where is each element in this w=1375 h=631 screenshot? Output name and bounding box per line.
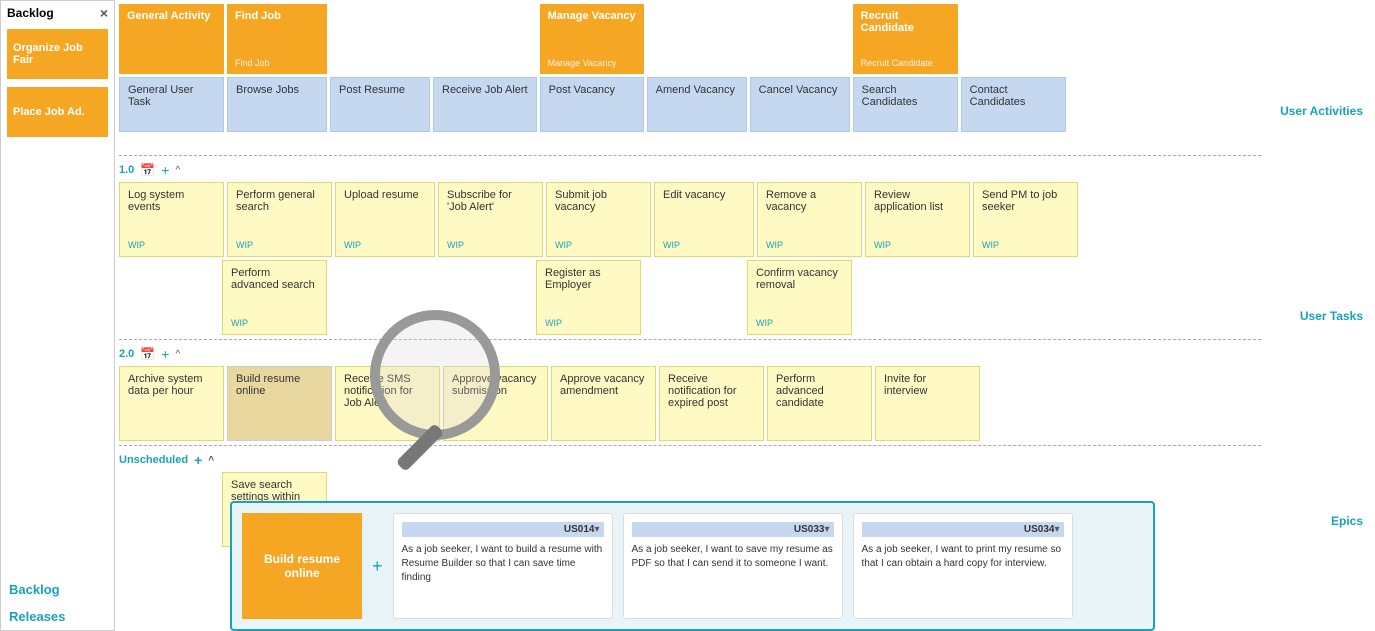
label-user-tasks: User Tasks [1269, 305, 1371, 327]
us033-id: US033 [794, 524, 825, 535]
col-general-activity: General Activity General User Task [119, 4, 224, 155]
label-epics: Epics [1269, 510, 1371, 532]
us033-arrow[interactable]: ▾ [824, 524, 829, 535]
us034-id: US034 [1024, 524, 1055, 535]
expanded-popup: Build resume online + US014 ▾ As a job s… [230, 501, 1155, 631]
us033-text: As a job seeker, I want to save my resum… [632, 543, 834, 571]
us014-id: US014 [564, 524, 595, 535]
story-build-resume-online-magnified[interactable]: Build resume online [227, 366, 332, 441]
release-1-plus[interactable]: + [161, 162, 169, 178]
story-log-system-events[interactable]: Log system events WIP [119, 182, 224, 257]
calendar-icon-1: 📅 [140, 163, 155, 177]
unscheduled-label: Unscheduled [119, 454, 188, 466]
label-user-activities: User Activities [1269, 100, 1371, 122]
expanded-main-card-build-resume[interactable]: Build resume online [242, 513, 362, 619]
col-cancel-vacancy: Cancel Vacancy [750, 4, 850, 155]
activity-card-find-job[interactable]: Find Job Find Job [227, 4, 327, 74]
task-card-contact-candidates[interactable]: Contact Candidates [961, 77, 1066, 132]
task-card-browse-jobs[interactable]: Browse Jobs [227, 77, 327, 132]
us014-arrow[interactable]: ▾ [594, 524, 599, 535]
release-2-header: 2.0 📅 + ^ [119, 344, 1261, 366]
task-card-post-vacancy[interactable]: Post Vacancy [540, 77, 644, 132]
unscheduled-header: Unscheduled + ^ [119, 450, 1261, 472]
releases-label: Releases [1, 603, 114, 630]
release-1-number: 1.0 [119, 164, 134, 176]
story-perform-general-search[interactable]: Perform general search WIP [227, 182, 332, 257]
us034-text: As a job seeker, I want to print my resu… [862, 543, 1064, 571]
release-1-cards-row2: Perform advanced search WIP Register as … [119, 260, 1261, 335]
story-receive-notification-expired[interactable]: Receive notification for expired post [659, 366, 764, 441]
user-story-us034: US034 ▾ As a job seeker, I want to print… [853, 513, 1073, 619]
col-post-resume: Post Resume [330, 4, 430, 155]
unscheduled-plus[interactable]: + [194, 452, 202, 468]
backlog-label: Backlog [1, 576, 114, 603]
story-approve-vacancy-amendment[interactable]: Approve vacancy amendment [551, 366, 656, 441]
task-card-receive-job-alert[interactable]: Receive Job Alert [433, 77, 537, 132]
task-card-cancel-vacancy[interactable]: Cancel Vacancy [750, 77, 850, 132]
task-card-search-candidates[interactable]: Search Candidates [853, 77, 958, 132]
story-send-pm[interactable]: Send PM to job seeker WIP [973, 182, 1078, 257]
us034-header: US034 ▾ [862, 522, 1064, 537]
us034-arrow[interactable]: ▾ [1054, 524, 1059, 535]
swimlane-header: General Activity General User Task Find … [115, 0, 1265, 155]
release-1-caret[interactable]: ^ [175, 165, 180, 176]
us014-text: As a job seeker, I want to build a resum… [402, 543, 604, 585]
story-invite-for-interview[interactable]: Invite for interview [875, 366, 980, 441]
calendar-icon-2: 📅 [140, 347, 155, 361]
task-card-general-user-task[interactable]: General User Task [119, 77, 224, 132]
col-manage-vacancy: Manage Vacancy Manage Vacancy Post Vacan… [540, 4, 644, 155]
backlog-item-place[interactable]: Place Job Ad. [7, 87, 108, 137]
release-row-2: 2.0 📅 + ^ Archive system data per hour B… [119, 339, 1261, 445]
backlog-header: Backlog × [1, 1, 114, 25]
col-contact-candidates: Contact Candidates [961, 4, 1066, 155]
story-submit-job-vacancy[interactable]: Submit job vacancy WIP [546, 182, 651, 257]
activity-card-recruit-candidate[interactable]: Recruit Candidate Recruit Candidate [853, 4, 958, 74]
story-receive-sms[interactable]: Receive SMS notification for Job Alert [335, 366, 440, 441]
story-remove-vacancy[interactable]: Remove a vacancy WIP [757, 182, 862, 257]
story-confirm-vacancy-removal[interactable]: Confirm vacancy removal WIP [747, 260, 852, 335]
backlog-sidebar: Backlog × Organize Job Fair Place Job Ad… [0, 0, 115, 631]
release-1-header: 1.0 📅 + ^ [119, 160, 1261, 182]
task-card-amend-vacancy[interactable]: Amend Vacancy [647, 77, 747, 132]
release-2-cards: Archive system data per hour Build resum… [119, 366, 1261, 441]
col-receive-job-alert: Receive Job Alert [433, 4, 537, 155]
task-card-post-resume[interactable]: Post Resume [330, 77, 430, 132]
release-2-number: 2.0 [119, 348, 134, 360]
content-area: General Activity General User Task Find … [115, 0, 1265, 631]
unscheduled-caret[interactable]: ^ [208, 455, 214, 466]
release-2-caret[interactable]: ^ [175, 349, 180, 360]
story-edit-vacancy[interactable]: Edit vacancy WIP [654, 182, 754, 257]
backlog-title: Backlog [7, 6, 54, 20]
release-1-cards-row1: Log system events WIP Perform general se… [119, 182, 1261, 257]
col-recruit-candidate: Recruit Candidate Recruit Candidate Sear… [853, 4, 958, 155]
story-perform-advanced-search[interactable]: Perform advanced search WIP [222, 260, 327, 335]
backlog-item-organize[interactable]: Organize Job Fair [7, 29, 108, 79]
user-story-us033: US033 ▾ As a job seeker, I want to save … [623, 513, 843, 619]
release-2-plus[interactable]: + [161, 346, 169, 362]
col-amend-vacancy: Amend Vacancy [647, 4, 747, 155]
story-upload-resume[interactable]: Upload resume WIP [335, 182, 435, 257]
col-find-job: Find Job Find Job Browse Jobs [227, 4, 327, 155]
activity-card-general-activity[interactable]: General Activity [119, 4, 224, 74]
story-archive-system-data[interactable]: Archive system data per hour [119, 366, 224, 441]
us033-header: US033 ▾ [632, 522, 834, 537]
story-subscribe-job-alert[interactable]: Subscribe for 'Job Alert' WIP [438, 182, 543, 257]
expanded-plus-button[interactable]: + [372, 513, 383, 619]
story-review-application[interactable]: Review application list WIP [865, 182, 970, 257]
release-row-1: 1.0 📅 + ^ Log system events WIP Perform … [119, 155, 1261, 339]
right-labels-panel: User Activities User Tasks Epics [1265, 0, 1375, 631]
story-approve-vacancy-submission[interactable]: Approve vacancy submission [443, 366, 548, 441]
main-container: Backlog × Organize Job Fair Place Job Ad… [0, 0, 1375, 631]
story-perform-advanced-candidate[interactable]: Perform advanced candidate [767, 366, 872, 441]
us014-header: US014 ▾ [402, 522, 604, 537]
activity-card-manage-vacancy[interactable]: Manage Vacancy Manage Vacancy [540, 4, 644, 74]
close-icon[interactable]: × [100, 5, 108, 21]
story-register-employer[interactable]: Register as Employer WIP [536, 260, 641, 335]
user-story-us014: US014 ▾ As a job seeker, I want to build… [393, 513, 613, 619]
